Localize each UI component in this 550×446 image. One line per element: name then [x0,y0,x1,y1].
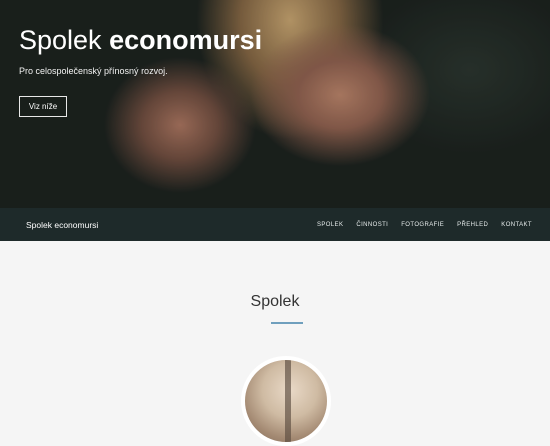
site-title-strong: economursi [109,25,263,55]
navbar-brand[interactable]: Spolek economursi [0,220,98,230]
nav-item-spolek[interactable]: SPOLEK [317,222,343,228]
site-title: Spolek economursi [19,22,262,58]
profile-photo [241,356,331,446]
navbar-menu: SPOLEK ČINNOSTI FOTOGRAFIE PŘEHLED KONTA… [317,222,550,228]
section-title: Spolek [250,293,300,310]
title-underline [271,322,303,324]
see-below-button[interactable]: Viz níže [19,96,67,117]
hero-subtitle: Pro celospolečenský přínosný rozvoj. [19,66,168,76]
nav-item-kontakt[interactable]: KONTAKT [501,222,532,228]
hero-banner: Spolek economursi Pro celospolečenský př… [0,0,550,208]
site-title-prefix: Spolek [19,25,102,55]
nav-item-cinnosti[interactable]: ČINNOSTI [356,222,388,228]
about-section: Spolek [0,241,550,446]
nav-item-fotografie[interactable]: FOTOGRAFIE [401,222,444,228]
nav-item-prehled[interactable]: PŘEHLED [457,222,488,228]
top-navbar: Spolek economursi SPOLEK ČINNOSTI FOTOGR… [0,208,550,241]
